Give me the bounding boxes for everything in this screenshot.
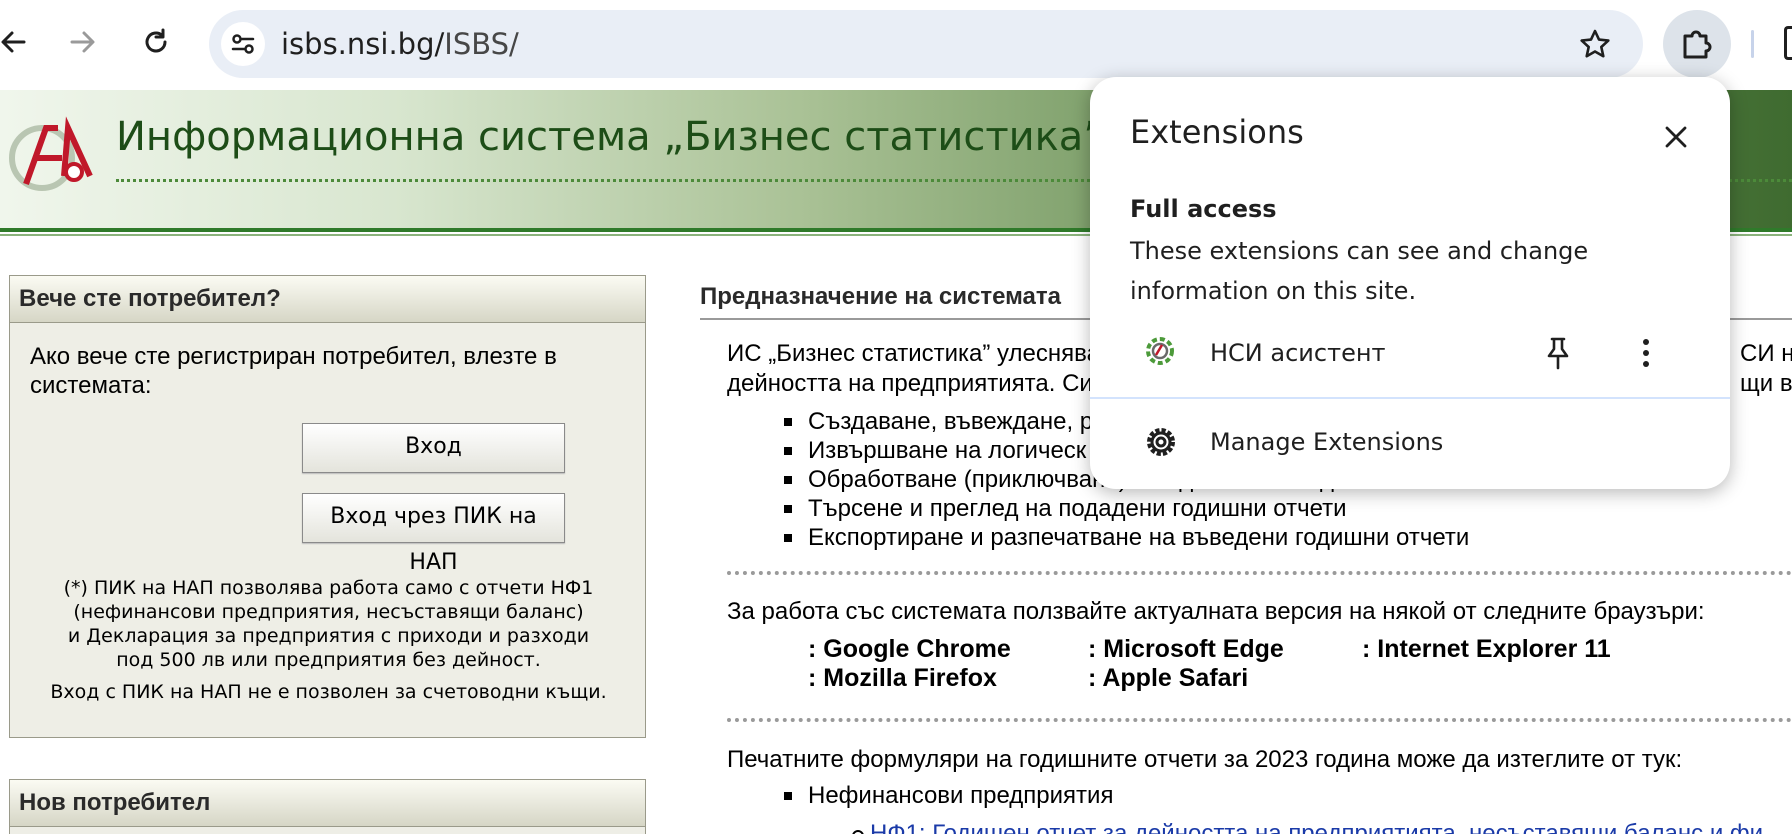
extensions-popup-title: Extensions bbox=[1130, 113, 1304, 151]
full-access-heading: Full access bbox=[1130, 195, 1277, 223]
intro-line-tail: щи въ bbox=[1740, 370, 1792, 397]
pik-login-button[interactable]: Вход чрез ПИК на НАП bbox=[302, 493, 565, 575]
nsi-logo bbox=[9, 116, 93, 191]
feature-item: Търсене и преглед на подадени годишни от… bbox=[784, 494, 1605, 523]
pin-icon[interactable] bbox=[1538, 333, 1578, 373]
new-user-heading: Нов потребител bbox=[10, 780, 645, 827]
side-panel-icon[interactable] bbox=[1784, 26, 1792, 60]
purpose-heading: Предназначение на системата bbox=[700, 283, 1061, 310]
pik-note-line: (*) ПИК на НАП позволява работа само с о… bbox=[63, 577, 594, 599]
nf1-bullet bbox=[852, 830, 864, 834]
url-path: ISBS/ bbox=[444, 27, 519, 61]
login-instructions: Ако вече сте регистриран потребител, вле… bbox=[30, 343, 557, 399]
forms-intro: Печатните формуляри на годишните отчети … bbox=[727, 746, 1683, 773]
extensions-popup: Extensions Full access These extensions … bbox=[1090, 77, 1730, 489]
pik-restriction-note: Вход с ПИК на НАП не е позволен за счето… bbox=[50, 681, 607, 703]
extensions-puzzle-icon[interactable] bbox=[1663, 10, 1731, 78]
pik-note-line: (нефинансови предприятия, несъставящи ба… bbox=[73, 601, 584, 623]
browser-firefox: : Mozilla Firefox bbox=[808, 664, 997, 692]
site-title: Информационна система „Бизнес статистика… bbox=[116, 114, 1105, 160]
browser-chrome: : Google Chrome bbox=[808, 635, 1011, 663]
login-button[interactable]: Вход bbox=[302, 423, 565, 473]
pik-note: (*) ПИК на НАП позволява работа само с о… bbox=[10, 576, 647, 672]
manage-extensions-label: Manage Extensions bbox=[1210, 428, 1444, 456]
manage-extensions-button[interactable]: Manage Extensions bbox=[1090, 407, 1730, 477]
close-icon[interactable] bbox=[1656, 117, 1696, 157]
intro-line-tail: СИ на bbox=[1740, 340, 1792, 367]
pik-note-line: и Декларация за предприятия с приходи и … bbox=[67, 625, 590, 647]
intro-line: ИС „Бизнес статистика” улеснява bbox=[727, 340, 1100, 367]
toolbar-divider bbox=[1751, 30, 1754, 58]
full-access-description: These extensions can see and change info… bbox=[1130, 237, 1589, 305]
forms-list: Нефинансови предприятия bbox=[783, 782, 1113, 810]
browser-ie: : Internet Explorer 11 bbox=[1362, 635, 1611, 663]
forward-icon[interactable] bbox=[62, 22, 102, 62]
feature-item: Експортиране и разпечатване на въведени … bbox=[784, 523, 1605, 552]
more-vert-icon[interactable] bbox=[1626, 333, 1666, 373]
new-user-box: Нов потребител bbox=[9, 779, 646, 834]
pik-note-line: под 500 лв или предприятия без дейност. bbox=[116, 649, 541, 671]
extension-name: НСИ асистент bbox=[1210, 339, 1386, 367]
gear-icon bbox=[1147, 428, 1175, 456]
browsers-intro: За работа със системата ползвайте актуал… bbox=[727, 598, 1705, 625]
address-bar[interactable]: isbs.nsi.bg/ISBS/ bbox=[209, 10, 1643, 78]
popup-separator bbox=[1090, 397, 1730, 399]
login-box: Вече сте потребител? Ако вече сте регист… bbox=[9, 275, 646, 738]
purpose-intro: ИС „Бизнес статистика” улеснява дейностт… bbox=[727, 339, 1100, 399]
nf1-form-link[interactable]: НФ1: Годишен отчет за дейността на предп… bbox=[870, 820, 1763, 834]
dotted-divider bbox=[727, 718, 1792, 722]
intro-line: дейността на предприятията. Си bbox=[727, 370, 1093, 397]
browser-safari: : Apple Safari bbox=[1088, 664, 1249, 692]
bookmark-star-icon[interactable] bbox=[1575, 24, 1615, 64]
reload-icon[interactable] bbox=[136, 22, 176, 62]
dotted-divider bbox=[727, 571, 1792, 575]
extension-item-nsi-assistant[interactable]: НСИ асистент bbox=[1090, 317, 1730, 389]
site-info-icon[interactable] bbox=[221, 22, 265, 66]
login-box-heading: Вече сте потребител? bbox=[10, 276, 645, 323]
browser-edge: : Microsoft Edge bbox=[1088, 635, 1284, 663]
nsi-assistant-icon bbox=[1146, 337, 1174, 365]
back-icon[interactable] bbox=[0, 22, 34, 62]
forms-item: Нефинансови предприятия bbox=[783, 782, 1113, 810]
url-text[interactable]: isbs.nsi.bg/ISBS/ bbox=[281, 10, 519, 78]
url-host: isbs.nsi.bg/ bbox=[281, 27, 445, 61]
